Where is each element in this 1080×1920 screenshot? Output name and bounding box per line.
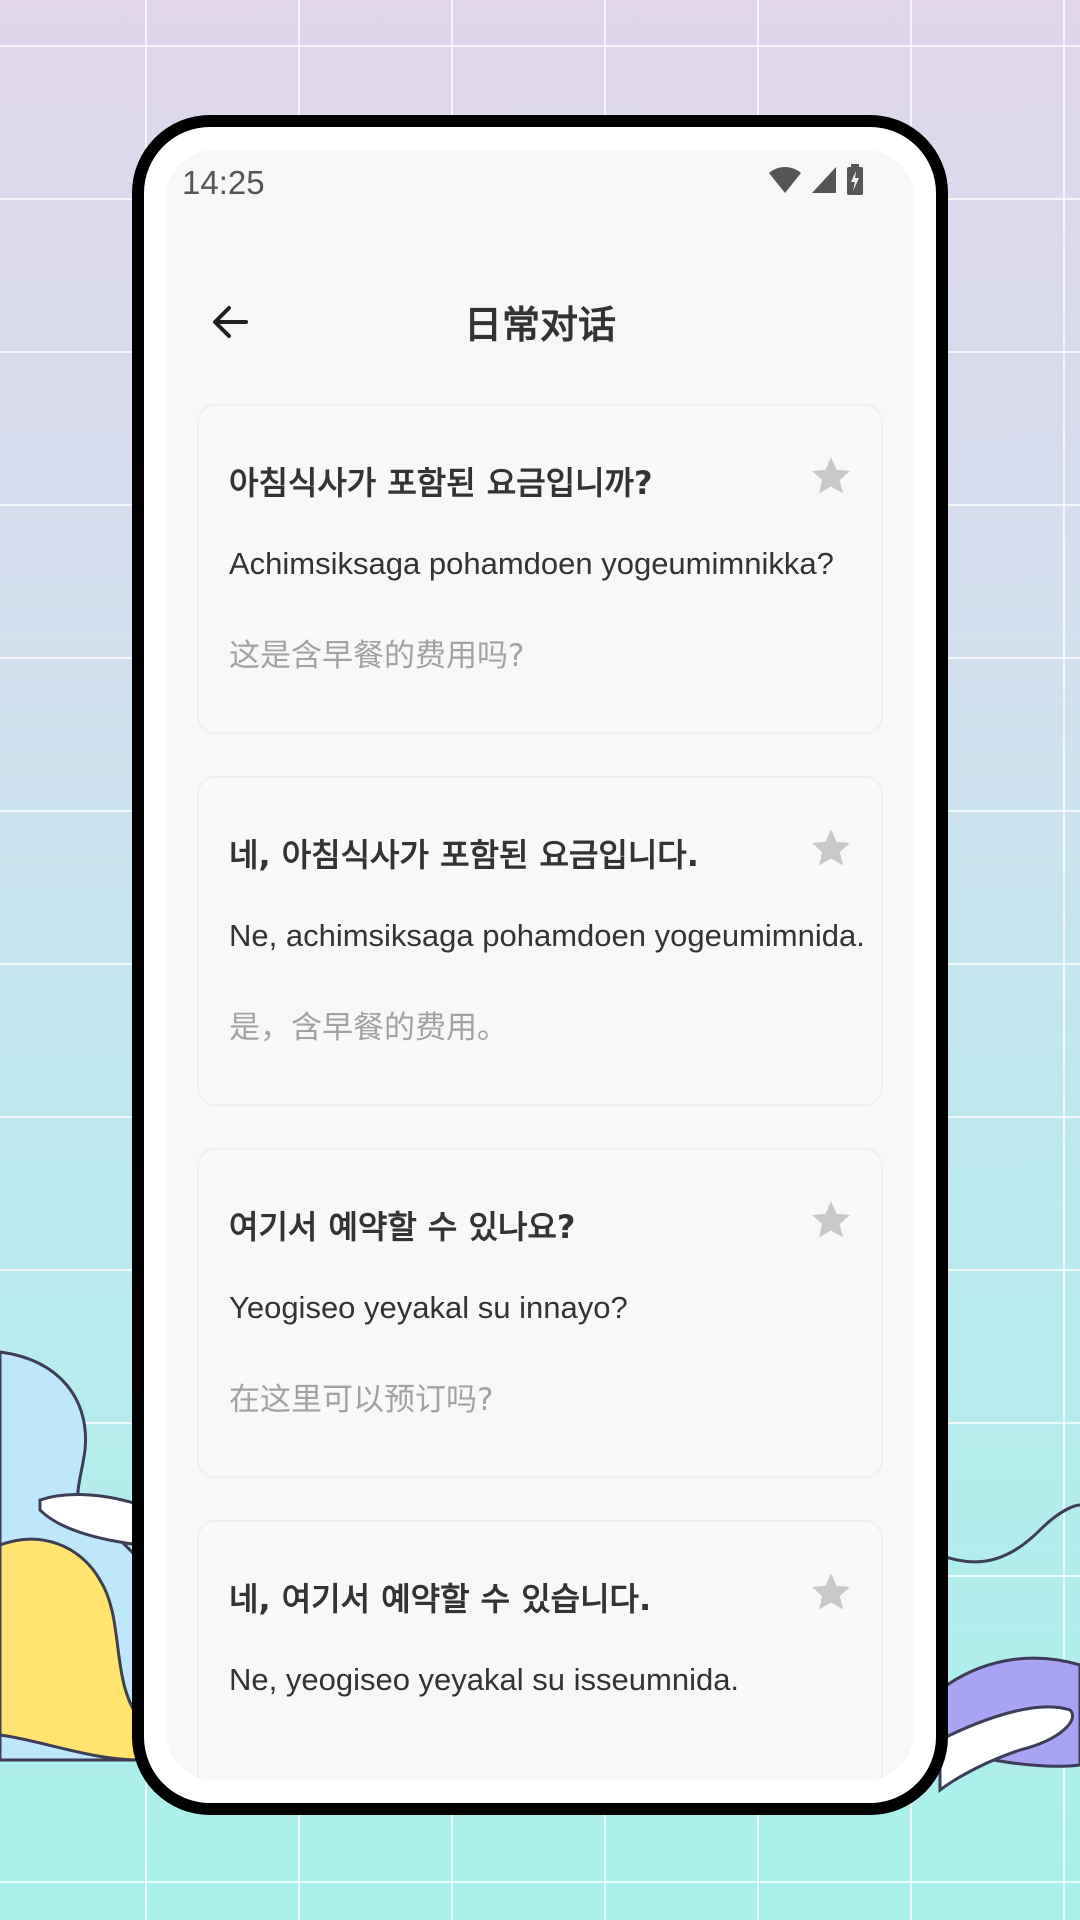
romanization-text: Achimsiksaga pohamdoen yogeumimnikka? bbox=[229, 546, 834, 581]
page-title: 日常对话 bbox=[463, 303, 616, 347]
chinese-translation: 这是含早餐的费用吗? bbox=[229, 638, 525, 674]
status-icons bbox=[768, 164, 864, 196]
battery-charging-icon bbox=[847, 164, 863, 195]
phone-bezel: 14:25 日常对话 아침식사가 포함된 요금입니까? Achimsiksaga… bbox=[144, 127, 936, 1803]
korean-text: 여기서 예약할 수 있나요? bbox=[229, 1208, 576, 1246]
star-icon[interactable] bbox=[809, 1198, 853, 1242]
star-icon[interactable] bbox=[809, 1570, 853, 1614]
wifi-icon bbox=[769, 167, 801, 193]
romanization-text: Ne, yeogiseo yeyakal su isseumnida. bbox=[229, 1662, 740, 1697]
korean-text: 네, 여기서 예약할 수 있습니다. bbox=[229, 1580, 652, 1618]
chinese-translation: 在这里可以预订吗? bbox=[229, 1382, 494, 1418]
phone-frame: 14:25 日常对话 아침식사가 포함된 요금입니까? Achimsiksaga… bbox=[132, 115, 948, 1815]
phrase-card[interactable]: 네, 여기서 예약할 수 있습니다. Ne, yeogiseo yeyakal … bbox=[197, 1520, 883, 1780]
phrase-card[interactable]: 네, 아침식사가 포함된 요금입니다. Ne, achimsiksaga poh… bbox=[197, 776, 883, 1106]
star-icon[interactable] bbox=[809, 826, 853, 870]
romanization-text: Yeogiseo yeyakal su innayo? bbox=[229, 1290, 628, 1325]
status-time: 14:25 bbox=[182, 164, 265, 201]
korean-text: 네, 아침식사가 포함된 요금입니다. bbox=[229, 836, 699, 874]
phrase-card[interactable]: 여기서 예약할 수 있나요? Yeogiseo yeyakal su innay… bbox=[197, 1148, 883, 1478]
star-icon[interactable] bbox=[809, 454, 853, 498]
status-bar: 14:25 bbox=[166, 150, 914, 250]
chinese-translation: 是，含早餐的费用。 bbox=[229, 1010, 508, 1046]
signal-icon bbox=[812, 167, 836, 193]
app-bar: 日常对话 bbox=[166, 280, 914, 370]
romanization-text: Ne, achimsiksaga pohamdoen yogeumimnida. bbox=[229, 918, 865, 953]
korean-text: 아침식사가 포함된 요금입니까? bbox=[229, 464, 653, 502]
phrase-card[interactable]: 아침식사가 포함된 요금입니까? Achimsiksaga pohamdoen … bbox=[197, 404, 883, 734]
phrase-list[interactable]: 아침식사가 포함된 요금입니까? Achimsiksaga pohamdoen … bbox=[197, 404, 883, 1780]
app-screen: 14:25 日常对话 아침식사가 포함된 요금입니까? Achimsiksaga… bbox=[166, 150, 914, 1780]
